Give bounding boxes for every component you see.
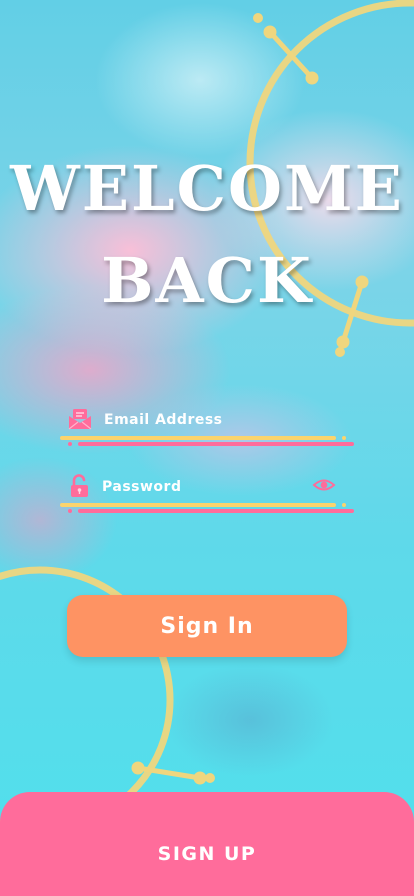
password-input[interactable] [102, 474, 312, 500]
sign-up-button[interactable]: SIGN UP [0, 792, 414, 896]
email-underline [60, 436, 354, 446]
welcome-title: WELCOME [10, 152, 404, 225]
email-input[interactable] [104, 407, 314, 433]
envelope-icon [68, 407, 92, 431]
password-underline [60, 503, 354, 513]
password-field [60, 472, 356, 532]
back-title: BACK [101, 244, 313, 317]
eye-icon[interactable] [312, 475, 336, 495]
email-field [60, 405, 356, 465]
unlock-icon [68, 474, 92, 498]
sign-in-button[interactable]: Sign In [67, 595, 347, 657]
